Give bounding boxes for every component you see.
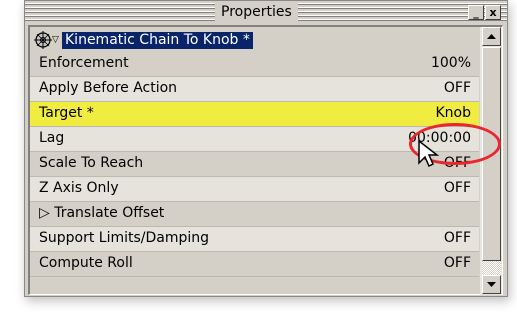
property-label: Scale To Reach [39,155,144,171]
properties-window: Properties _ x ▽ Kinematic Chain To Knob… [24,0,508,297]
arrow-down-icon [487,282,496,287]
gear-icon [34,31,52,49]
property-row-z-axis-only[interactable]: Z Axis Only OFF [30,177,479,202]
window-title: Properties [215,3,298,21]
property-value[interactable]: OFF [444,255,471,271]
object-title: Kinematic Chain To Knob * [62,32,253,49]
scroll-up-button[interactable] [482,27,501,46]
property-label: Support Limits/Damping [39,230,210,246]
arrow-up-icon [487,34,496,39]
property-value[interactable]: OFF [444,180,471,196]
minimize-button[interactable]: _ [468,5,484,20]
property-row-translate-offset[interactable]: ▷ Translate Offset [30,202,479,227]
property-row-scale-to-reach[interactable]: Scale To Reach OFF [30,152,479,177]
property-row-target[interactable]: Target * Knob [30,102,479,127]
property-row-enforcement[interactable]: Enforcement 100% [30,52,479,77]
title-bar[interactable]: Properties _ x [25,1,507,23]
scroll-track[interactable] [482,261,501,275]
property-row-support-limits-damping[interactable]: Support Limits/Damping OFF [30,227,479,252]
property-value[interactable]: OFF [444,230,471,246]
mouse-pointer-icon [418,139,440,168]
property-value[interactable]: OFF [444,80,471,96]
property-value[interactable]: 100% [431,55,471,71]
property-label: Target * [39,105,94,121]
triangle-down-icon[interactable]: ▽ [52,35,59,45]
property-label: Z Axis Only [39,180,119,196]
property-value[interactable]: Knob [435,105,471,121]
property-label: Apply Before Action [39,80,178,96]
vertical-scrollbar[interactable] [480,27,502,295]
property-row-apply-before-action[interactable]: Apply Before Action OFF [30,77,479,102]
property-label: Enforcement [39,55,129,71]
scroll-down-button[interactable] [482,275,501,294]
property-label: ▷ Translate Offset [39,205,165,221]
property-label: Compute Roll [39,255,133,271]
close-button[interactable]: x [485,5,501,20]
property-row-compute-roll[interactable]: Compute Roll OFF [30,252,479,277]
object-header[interactable]: ▽ Kinematic Chain To Knob * [30,27,479,52]
property-label: Lag [39,130,65,146]
property-list: Enforcement 100% Apply Before Action OFF… [30,52,479,295]
